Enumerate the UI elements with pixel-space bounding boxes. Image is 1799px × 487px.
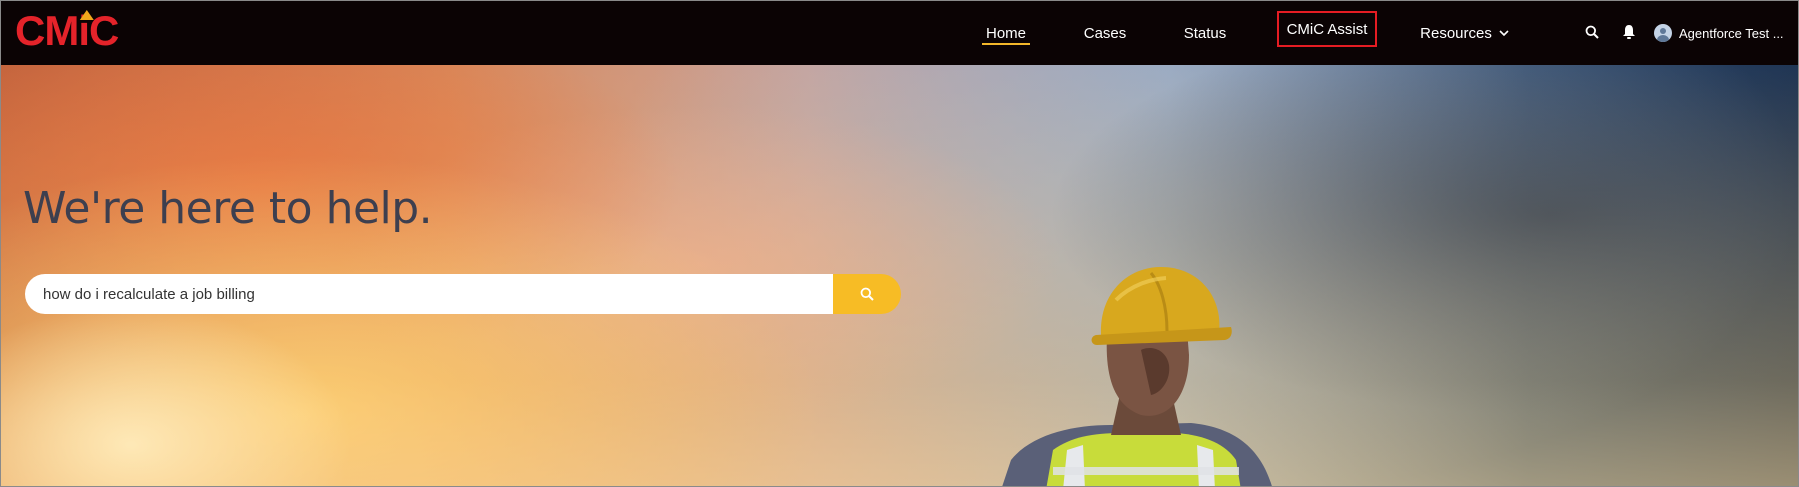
nav-cases[interactable]: Cases	[1081, 1, 1129, 65]
nav-cmic-assist-label: CMiC Assist	[1286, 20, 1368, 38]
chevron-down-icon	[1499, 30, 1509, 37]
avatar	[1654, 24, 1672, 42]
user-profile-menu[interactable]: Agentforce Test ...	[1654, 1, 1784, 65]
knowledge-search-input[interactable]	[25, 274, 833, 314]
header-search-button[interactable]	[1581, 21, 1603, 43]
knowledge-search-button[interactable]	[833, 274, 901, 314]
top-navigation-bar: CM i C Home Cases Status CMiC Assist Resou…	[1, 1, 1798, 65]
search-icon	[1585, 25, 1599, 39]
nav-resources-dropdown[interactable]: Resources	[1419, 1, 1511, 65]
knowledge-search-bar	[25, 274, 901, 314]
hero-banner: We're here to help.	[1, 65, 1798, 486]
nav-status-label: Status	[1183, 24, 1227, 42]
search-icon	[860, 287, 874, 301]
bell-icon	[1623, 25, 1635, 39]
page-frame: CM i C Home Cases Status CMiC Assist Resou…	[0, 0, 1799, 487]
nav-status[interactable]: Status	[1177, 1, 1233, 65]
nav-cases-label: Cases	[1083, 24, 1127, 42]
cmic-logo[interactable]: CM i C	[15, 7, 119, 55]
logo-letter-i: i	[78, 7, 94, 55]
logo-text-cm: CM	[15, 7, 79, 54]
nav-home-label: Home	[985, 24, 1026, 42]
nav-cmic-assist[interactable]: CMiC Assist	[1277, 11, 1377, 47]
hero-heading: We're here to help.	[23, 183, 433, 234]
nav-home[interactable]: Home	[976, 1, 1036, 65]
notifications-button[interactable]	[1618, 21, 1640, 43]
construction-worker-image	[1002, 267, 1272, 486]
logo-accent-triangle	[79, 10, 94, 20]
nav-resources-label: Resources	[1420, 24, 1492, 42]
nav-home-active-indicator	[982, 43, 1030, 45]
user-name: Agentforce Test ...	[1679, 25, 1784, 41]
